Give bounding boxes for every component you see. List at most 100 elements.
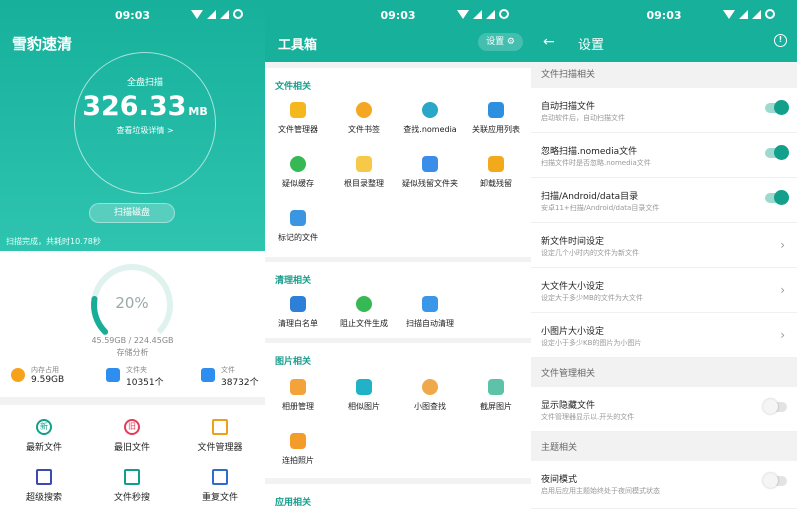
tool-uninstall-residue[interactable]: 卸载残留 [463,156,529,189]
tool-screenshots[interactable]: 截屏图片 [463,379,529,412]
marked-file-icon [290,210,306,226]
signal-icon-2 [752,9,761,19]
signal-icon-2 [220,9,229,19]
tool-block-file-creation[interactable]: 阻止文件生成 [331,296,397,329]
app-list-icon [488,102,504,118]
toolbox-header: 09:03 工具箱 设置 ⚙ [265,0,531,62]
folder-icon [106,368,120,382]
group-theme: 主题相关 [531,435,797,461]
section-title: 清理相关 [275,276,312,286]
signal-icon [739,9,748,19]
scan-info: 扫描完成，共耗时10.78秒 [6,237,101,246]
junk-circle[interactable]: 全盘扫描 326.33 MB 查看垃圾详情 > [74,52,216,194]
tool-suspected-cache[interactable]: 疑似缓存 [265,156,331,189]
media-icon [422,102,438,118]
setting-small-image-size[interactable]: 小图片大小设定 设定小于多少KB的图片为小图片 › [531,313,797,358]
home-screen: 09:03 雪豹速清 全盘扫描 326.33 MB 查看垃圾详情 > 扫描磁盘 扫… [0,0,265,509]
wifi-icon [457,9,469,19]
signal-icon-2 [486,9,495,19]
tool-find-nomedia[interactable]: 查找.nomedia [397,102,463,135]
app-title: 雪豹速清 [12,35,73,53]
old-badge-icon: 旧 [124,419,140,435]
scan-android-data-toggle[interactable] [765,190,789,205]
settings-button[interactable]: 设置 ⚙ [478,33,523,51]
tool-small-images[interactable]: 小图查找 [397,379,463,412]
home-tools: 新 最新文件 旧 最旧文件 文件管理器 超级搜索 文件秒搜 重复文件 [0,405,265,509]
junk-size: 326.33 MB [82,91,208,122]
signal-icon [473,9,482,19]
tool-duplicate-files[interactable]: 重复文件 [176,469,264,503]
setting-show-hidden[interactable]: 显示隐藏文件 文件管理器显示以.开头的文件 [531,387,797,432]
section-title: 图片相关 [275,357,312,367]
tool-oldest-files[interactable]: 旧 最旧文件 [88,419,176,453]
stat-files: 文件 38732个 [201,365,259,388]
section-clean: 清理相关 清理白名单 阻止文件生成 扫描自动清理 [265,262,531,338]
section-file: 文件相关 文件管理器 文件书签 查找.nomedia 关联应用列表 疑似缓存 根… [265,68,531,257]
tool-file-manager[interactable]: 文件管理器 [176,419,264,453]
battery-icon [499,9,509,19]
tool-auto-clean[interactable]: 扫描自动清理 [397,296,463,329]
tool-linked-apps[interactable]: 关联应用列表 [463,102,529,135]
residual-folder-icon [422,156,438,172]
junk-unit: MB [188,105,208,118]
setting-auto-scan[interactable]: 自动扫描文件 启动软件后，自动扫描文件 [531,88,797,133]
tool-super-search[interactable]: 超级搜索 [0,469,88,503]
night-mode-toggle[interactable] [763,473,787,488]
storage-card[interactable]: 20% 45.59GB / 224.45GB 存储分析 内存占用 9.59GB … [0,251,265,397]
doc-search-icon [36,469,52,485]
broom-icon [290,156,306,172]
memory-icon [11,368,25,382]
auto-scan-toggle[interactable] [765,100,789,115]
tool-file-bookmark[interactable]: 文件书签 [331,102,397,135]
file-icon [201,368,215,382]
setting-scan-android-data[interactable]: 扫描/Android/data目录 安卓11+扫描/Android/data目录… [531,178,797,223]
signal-icon [207,9,216,19]
duplicate-icon [212,469,228,485]
back-arrow-icon[interactable]: ← [543,34,555,50]
view-junk-detail-link[interactable]: 查看垃圾详情 > [75,125,215,136]
storage-analysis-label: 存储分析 [116,348,149,357]
wifi-icon [723,9,735,19]
tool-file-manager[interactable]: 文件管理器 [265,102,331,135]
section-title: 文件相关 [275,82,312,92]
scan-label: 全盘扫描 [126,78,163,88]
tool-album-manage[interactable]: 相册管理 [265,379,331,412]
setting-ignore-nomedia[interactable]: 忽略扫描.nomedia文件 扫描文件时是否忽略.nomedia文件 [531,133,797,178]
tool-quick-search[interactable]: 文件秒搜 [88,469,176,503]
home-hero: 09:03 雪豹速清 全盘扫描 326.33 MB 查看垃圾详情 > 扫描磁盘 扫… [0,0,265,251]
chevron-right-icon: › [780,283,785,297]
stat-folders: 文件夹 10351个 [106,365,164,388]
tool-clean-whitelist[interactable]: 清理白名单 [265,296,331,329]
auto-clean-icon [422,296,438,312]
small-image-icon [422,379,438,395]
folder-open-icon [212,419,228,435]
setting-large-file-size[interactable]: 大文件大小设定 设定大于多少MB的文件为大文件 › [531,268,797,313]
status-bar: 09:03 [531,0,797,30]
tool-marked-files[interactable]: 标记的文件 [265,210,331,243]
battery-icon [765,9,775,19]
section-image: 图片相关 相册管理 相似图片 小图查找 截屏图片 连拍照片 [265,343,531,478]
ignore-nomedia-toggle[interactable] [765,145,789,160]
settings-header: 09:03 ← 设置 ! [531,0,797,62]
tool-residual-folders[interactable]: 疑似残留文件夹 [397,156,463,189]
group-file-manage: 文件管理相关 [531,361,797,387]
storage-used: 45.59GB / 224.45GB [91,336,174,345]
block-icon [356,296,372,312]
app-screens: 09:03 雪豹速清 全盘扫描 326.33 MB 查看垃圾详情 > 扫描磁盘 扫… [0,0,797,509]
battery-icon [233,9,243,19]
tool-burst-photos[interactable]: 连拍照片 [265,433,331,466]
info-icon[interactable]: ! [774,34,787,47]
tool-newest-files[interactable]: 新 最新文件 [0,419,88,453]
new-badge-icon: 新 [36,419,52,435]
uninstall-icon [488,156,504,172]
status-bar: 09:03 [265,0,531,30]
setting-night-mode[interactable]: 夜间模式 启用后应用主题始终处于夜间模式状态 [531,461,797,509]
setting-new-file-time[interactable]: 新文件时间设定 设定几个小时内的文件为新文件 › [531,223,797,268]
status-bar: 09:03 [0,0,265,30]
tool-root-organize[interactable]: 根目录整理 [331,156,397,189]
scan-disk-button[interactable]: 扫描磁盘 [89,203,175,223]
settings-screen: 09:03 ← 设置 ! 文件扫描相关 自动扫描文件 启动软件后，自动扫描文件 … [531,0,797,509]
tool-similar-images[interactable]: 相似图片 [331,379,397,412]
show-hidden-toggle[interactable] [763,399,787,414]
chevron-right-icon: › [780,328,785,342]
